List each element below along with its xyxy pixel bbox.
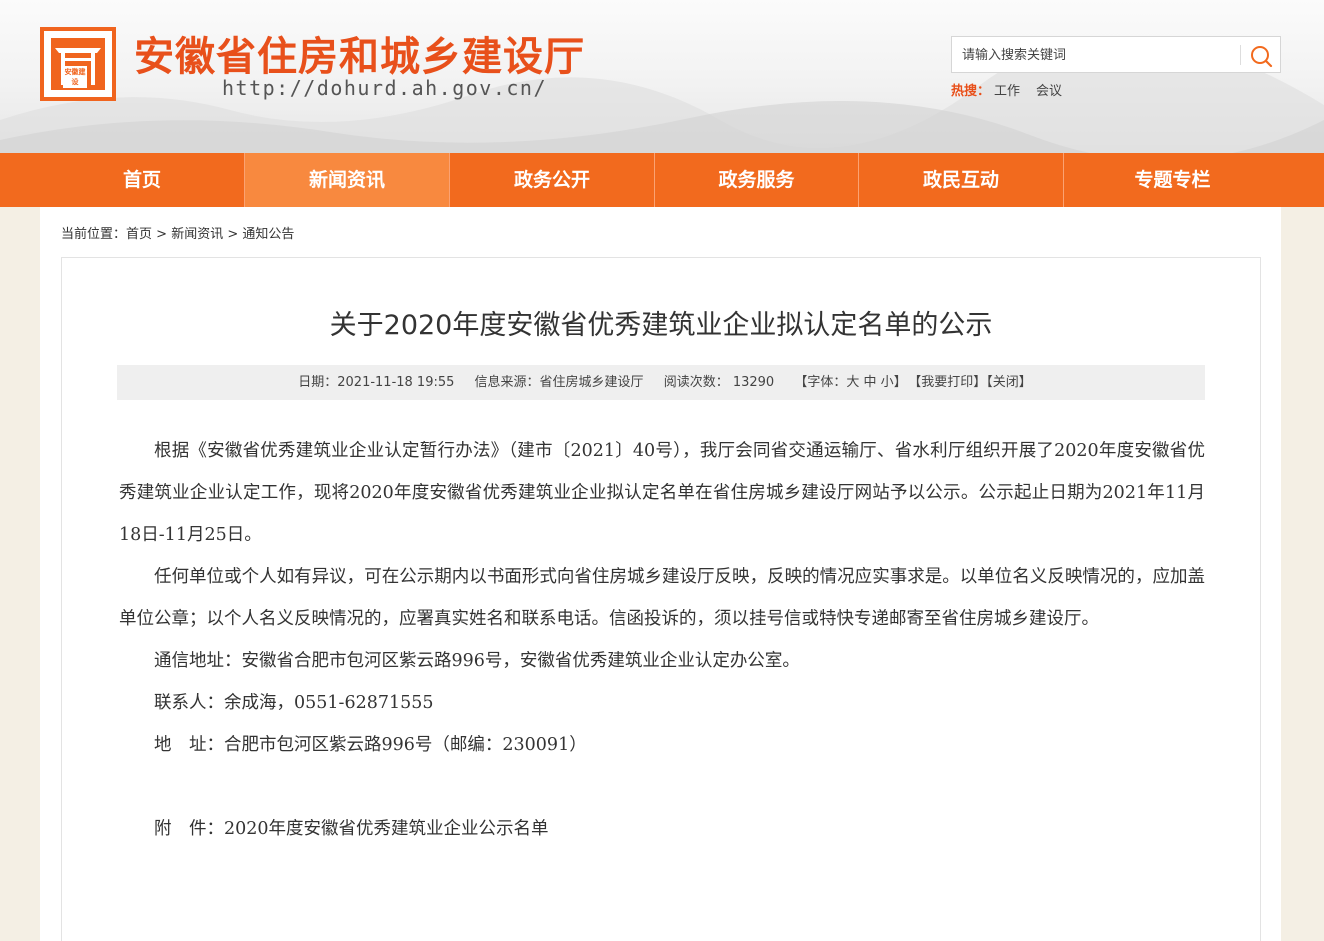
nav-item-news[interactable]: 新闻资讯: [245, 153, 450, 207]
article-views: 阅读次数： 13290: [663, 375, 775, 390]
logo-seal: 安徽建设: [63, 66, 87, 88]
print-button[interactable]: 【我要打印】: [915, 375, 987, 390]
breadcrumb-separator: >: [152, 227, 172, 242]
article-date: 日期：2021-11-18 19:55: [298, 375, 455, 390]
article-meta: 日期：2021-11-18 19:55 信息来源：省住房城乡建设厅 阅读次数： …: [117, 365, 1205, 400]
breadcrumb-item-notices[interactable]: 通知公告: [242, 227, 294, 242]
nav-item-interaction[interactable]: 政民互动: [859, 153, 1064, 207]
close-button[interactable]: 【关闭】: [986, 375, 1032, 390]
logo-emblem: 安徽建设: [51, 38, 105, 90]
site-title: 安徽省住房和城乡建设厅: [134, 34, 585, 80]
article-source: 信息来源：省住房城乡建设厅: [474, 375, 644, 390]
article-paragraph: 根据《安徽省优秀建筑业企业认定暂行办法》（建市〔2021〕40号），我厅会同省交…: [119, 441, 1205, 545]
hot-search-link[interactable]: 会议: [1036, 84, 1062, 99]
font-size-small[interactable]: 小: [881, 375, 894, 390]
hot-search-link[interactable]: 工作: [994, 84, 1020, 99]
article-paragraph: 通信地址：安徽省合肥市包河区紫云路996号，安徽省优秀建筑业企业认定办公室。: [154, 651, 800, 671]
font-size-suffix: 】: [893, 375, 907, 390]
search-input[interactable]: [962, 45, 1232, 65]
article-title: 关于2020年度安徽省优秀建筑业企业拟认定名单的公示: [329, 310, 993, 341]
breadcrumb: 当前位置：首页 > 新闻资讯 > 通知公告: [61, 223, 294, 242]
article-paragraph: 地 址：合肥市包河区紫云路996号（邮编：230091）: [154, 735, 587, 755]
search-box: [951, 36, 1281, 73]
search-icon: [1251, 46, 1273, 68]
breadcrumb-item-home[interactable]: 首页: [126, 227, 152, 242]
article-paragraph: 任何单位或个人如有异议，可在公示期内以书面形式向省住房城乡建设厅反映，反映的情况…: [119, 567, 1205, 629]
breadcrumb-item-news[interactable]: 新闻资讯: [171, 227, 223, 242]
nav-item-home[interactable]: 首页: [40, 153, 245, 207]
nav-item-government-services[interactable]: 政务服务: [655, 153, 859, 207]
site-url: http://dohurd.ah.gov.cn/: [222, 76, 547, 100]
breadcrumb-prefix: 当前位置：: [61, 227, 127, 242]
paragraph-spacer: [119, 766, 1205, 808]
article-paragraph: 联系人：余成海，0551-62871555: [154, 693, 434, 713]
site-header: 安徽建设 安徽省住房和城乡建设厅 http://dohurd.ah.gov.cn…: [0, 0, 1324, 153]
font-size-prefix: 【字体：: [794, 375, 847, 390]
hot-search-label: 热搜：: [951, 84, 991, 99]
search-button[interactable]: [1248, 43, 1274, 69]
main-nav: 首页 新闻资讯 政务公开 政务服务 政民互动 专题专栏: [0, 153, 1324, 207]
article-body: 根据《安徽省优秀建筑业企业认定暂行办法》（建市〔2021〕40号），我厅会同省交…: [119, 430, 1205, 850]
search-divider: [1240, 45, 1241, 65]
hot-search: 热搜： 工作 会议: [951, 80, 1074, 99]
nav-item-government-affairs[interactable]: 政务公开: [450, 153, 655, 207]
font-size-controls: 【字体：大 中 小】: [794, 375, 906, 390]
font-size-medium[interactable]: 中: [864, 375, 877, 390]
font-size-large[interactable]: 大: [846, 375, 859, 390]
nav-item-special-topics[interactable]: 专题专栏: [1064, 153, 1281, 207]
site-logo[interactable]: 安徽建设: [40, 27, 116, 101]
attachment-link[interactable]: 附 件：2020年度安徽省优秀建筑业企业公示名单: [119, 808, 1205, 850]
breadcrumb-separator: >: [223, 227, 243, 242]
